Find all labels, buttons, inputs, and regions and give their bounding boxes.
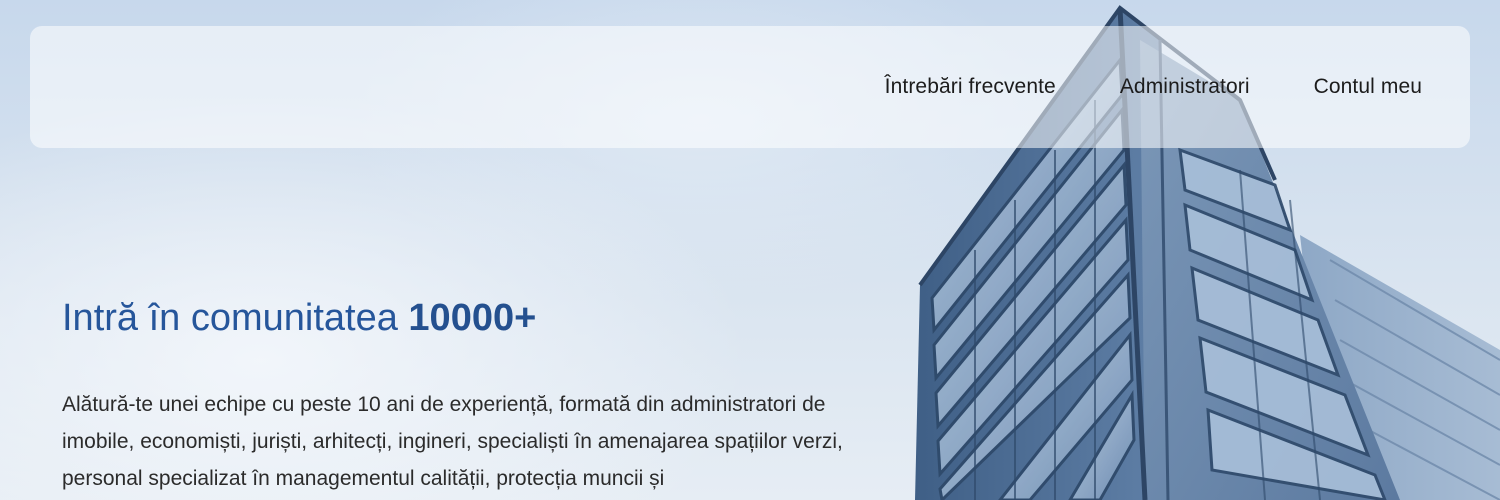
headline-text: Intră în comunitatea: [62, 297, 409, 339]
nav-link-administrators[interactable]: Administratori: [1120, 75, 1250, 98]
top-navigation-bar: Întrebări frecvente Administratori Contu…: [30, 26, 1470, 148]
nav-link-faq[interactable]: Întrebări frecvente: [885, 75, 1056, 98]
hero-intro-paragraph: Alătură-te unei echipe cu peste 10 ani d…: [62, 393, 843, 490]
headline-number: 10000+: [408, 297, 537, 339]
nav-item-my-account: Contul meu: [1314, 75, 1422, 99]
nav-menu: Întrebări frecvente Administratori Contu…: [885, 26, 1422, 148]
hero-content: Intră în comunitatea 10000+ Alătură-te u…: [62, 288, 882, 497]
hero-headline: Intră în comunitatea 10000+: [62, 288, 882, 348]
nav-item-administrators: Administratori: [1120, 75, 1250, 99]
nav-item-faq: Întrebări frecvente: [885, 75, 1056, 99]
nav-link-my-account[interactable]: Contul meu: [1314, 75, 1422, 98]
